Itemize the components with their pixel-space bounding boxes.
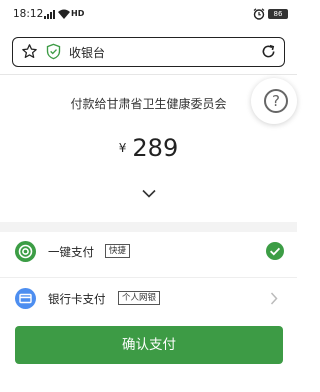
payment-method-bank-card[interactable]: 银行卡支付 个人网银	[0, 279, 297, 319]
address-bar[interactable]: 收银台	[12, 37, 285, 67]
payment-method-label: 银行卡支付	[48, 292, 106, 306]
star-icon[interactable]	[21, 43, 38, 60]
shield-check-icon	[46, 43, 61, 60]
network-type-label: HD	[71, 9, 85, 18]
status-time: 18:12	[13, 8, 44, 20]
page-title: 收银台	[69, 46, 106, 60]
chevron-right-icon	[270, 292, 278, 305]
wifi-icon	[58, 9, 70, 19]
chevron-down-icon[interactable]	[142, 189, 156, 198]
payment-method-quick-pay[interactable]: 一键支付 快捷	[0, 232, 297, 272]
signal-icon	[44, 10, 55, 19]
alarm-icon	[253, 8, 265, 20]
help-button[interactable]: ?	[251, 78, 297, 124]
battery-indicator: 86	[268, 9, 288, 19]
confirm-payment-button[interactable]: 确认支付	[15, 326, 283, 364]
currency-symbol: ¥	[118, 141, 127, 155]
method-divider	[0, 277, 297, 278]
payment-method-tag: 快捷	[105, 244, 131, 258]
payment-method-label: 一键支付	[48, 245, 94, 259]
help-icon: ?	[264, 89, 288, 113]
reload-icon[interactable]	[261, 44, 276, 59]
check-icon	[266, 242, 284, 260]
section-divider	[0, 222, 297, 232]
header-divider	[0, 74, 297, 75]
amount-value: 289	[132, 134, 179, 162]
quick-pay-icon	[15, 241, 36, 262]
payment-method-tag: 个人网银	[118, 291, 161, 305]
bank-card-icon	[15, 288, 36, 309]
status-bar: 18:12 HD 86	[0, 0, 297, 30]
amount-display: ¥289	[0, 134, 297, 162]
